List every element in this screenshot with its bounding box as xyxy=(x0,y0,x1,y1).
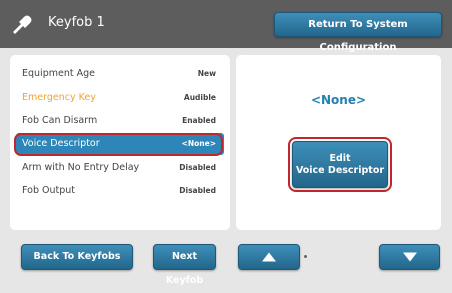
current-voice-descriptor: <None> xyxy=(310,93,367,107)
key-icon xyxy=(13,15,32,34)
header-bar: Keyfob 1 Return To System Configuration xyxy=(0,0,452,53)
list-item-label: Arm with No Entry Delay xyxy=(22,162,140,173)
list-item-value: Enabled xyxy=(182,116,216,125)
scroll-up-button[interactable] xyxy=(238,244,300,270)
page-title: Keyfob 1 xyxy=(48,15,105,30)
up-arrow-icon xyxy=(262,252,276,262)
edit-button-line2: Voice Descriptor xyxy=(295,165,385,176)
list-item-value: New xyxy=(197,69,216,78)
list-item-label: Equipment Age xyxy=(22,68,95,79)
return-to-system-config-button[interactable]: Return To System Configuration xyxy=(274,12,442,53)
list-item-label: Emergency Key xyxy=(22,92,96,103)
back-to-keyfobs-button[interactable]: Back To Keyfobs xyxy=(21,244,133,270)
list-item-equipment-age[interactable]: Equipment Age New xyxy=(16,63,224,85)
list-item-value: Audible xyxy=(183,93,216,102)
list-item-emergency-key[interactable]: Emergency Key Audible xyxy=(16,87,224,109)
list-item-label: Fob Output xyxy=(22,185,75,196)
scroll-down-button[interactable] xyxy=(379,244,440,270)
list-item-value: Disabled xyxy=(179,186,216,195)
list-item-label: Fob Can Disarm xyxy=(22,115,98,126)
list-item-value: Disabled xyxy=(179,163,216,172)
list-item-arm-no-entry-delay[interactable]: Arm with No Entry Delay Disabled xyxy=(16,157,224,179)
page-indicator-dot xyxy=(304,255,307,258)
detail-panel: <None> Edit Voice Descriptor xyxy=(236,55,441,230)
selection-highlight xyxy=(14,133,223,156)
next-keyfob-button[interactable]: Next Keyfob xyxy=(153,244,216,286)
list-item-fob-output[interactable]: Fob Output Disabled xyxy=(16,180,224,202)
edit-button-line1: Edit xyxy=(329,153,351,164)
down-arrow-icon xyxy=(402,252,417,262)
edit-voice-descriptor-button[interactable]: Edit Voice Descriptor xyxy=(292,141,388,188)
list-item-fob-can-disarm[interactable]: Fob Can Disarm Enabled xyxy=(16,110,224,132)
